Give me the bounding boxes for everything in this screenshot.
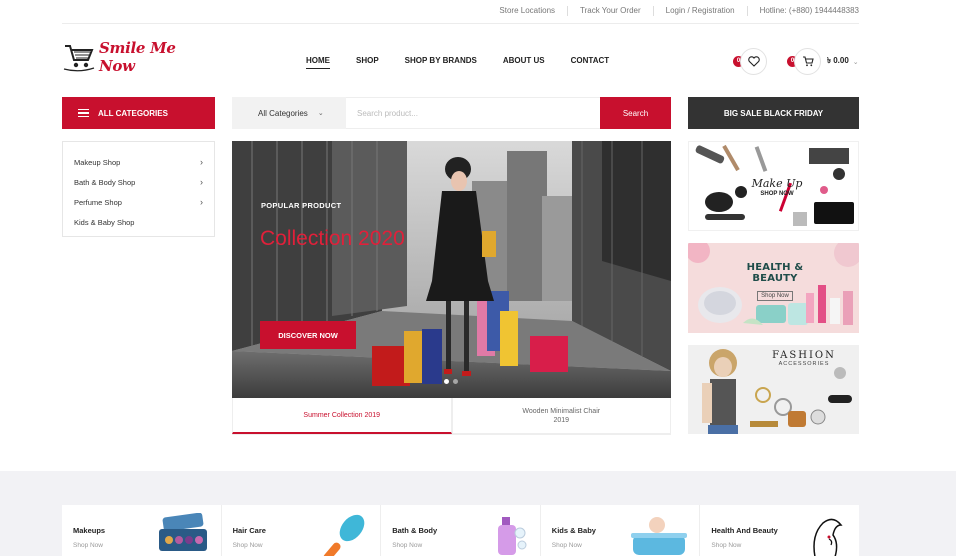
hotline-text: Hotline: (+880) 1944448383 (746, 6, 859, 16)
heart-icon (747, 56, 760, 67)
main-nav: HOME SHOP SHOP BY BRANDS ABOUT US CONTAC… (306, 56, 635, 69)
nav-about-us[interactable]: ABOUT US (503, 56, 545, 69)
cart-button[interactable] (794, 48, 821, 75)
top-bar: Store Locations Track Your Order Login /… (62, 0, 859, 24)
soap-bottle-icon (497, 517, 527, 555)
fashion-banner[interactable]: FASHION ACCESSORIES (688, 345, 859, 434)
fashion-banner-subtitle: ACCESSORIES (778, 361, 830, 367)
category-item-kids-baby[interactable]: Kids & Baby Shop (63, 212, 214, 232)
hero-slider[interactable]: POPULAR PRODUCT Collection 2020 DISCOVER… (232, 141, 671, 398)
cart-total: ৳ 0.00 (827, 56, 849, 65)
category-item-makeup[interactable]: Makeup Shop › (63, 152, 214, 172)
category-card-health-beauty[interactable]: Health And Beauty Shop Now (700, 505, 859, 556)
category-cards: Makeups Shop Now Hair Care Shop Now Bath… (62, 505, 859, 556)
header-actions: 0 0 ৳ 0.00 ⌄ (733, 48, 859, 75)
health-beauty-banner[interactable]: HEALTH & BEAUTY Shop Now (688, 243, 859, 333)
discover-now-button[interactable]: DISCOVER NOW (260, 321, 356, 349)
fashion-banner-title: FASHION (772, 350, 836, 361)
health-beauty-title: HEALTH & BEAUTY (746, 262, 804, 284)
hero-tabs: Summer Collection 2019 Wooden Minimalist… (232, 398, 671, 435)
hero-image (232, 141, 671, 398)
tab-summer-collection[interactable]: Summer Collection 2019 (232, 398, 452, 434)
makeup-banner[interactable]: Make Up SHOP NOW (688, 141, 859, 231)
chevron-right-icon: › (200, 157, 203, 167)
search-category-select[interactable]: All Categories ⌄ (232, 97, 346, 129)
search-category-value: All Categories (258, 108, 308, 118)
wishlist-button[interactable] (740, 48, 767, 75)
baby-bath-icon (631, 517, 688, 555)
search-bar: All Categories ⌄ Search product... Searc… (232, 97, 671, 129)
search-input[interactable]: Search product... (346, 97, 600, 129)
track-order-link[interactable]: Track Your Order (567, 6, 653, 16)
category-card-kids-baby[interactable]: Kids & Baby Shop Now (541, 505, 701, 556)
chevron-right-icon: › (200, 197, 203, 207)
makeup-palette-icon (158, 513, 207, 551)
makeup-banner-cta: SHOP NOW (760, 191, 794, 197)
top-links: Store Locations Track Your Order Login /… (487, 6, 859, 16)
big-sale-button[interactable]: BIG SALE BLACK FRIDAY (688, 97, 859, 129)
store-locations-link[interactable]: Store Locations (487, 6, 567, 16)
category-item-bath-body[interactable]: Bath & Body Shop › (63, 172, 214, 192)
woman-face-icon (813, 518, 843, 556)
makeup-banner-title: Make Up (751, 177, 803, 190)
health-beauty-cta: Shop Now (757, 291, 793, 301)
category-label: Bath & Body Shop (74, 177, 136, 187)
all-categories-label: ALL CATEGORIES (98, 108, 168, 118)
category-label: Makeup Shop (74, 157, 121, 167)
slider-dots (442, 379, 460, 384)
category-card-hair-care[interactable]: Hair Care Shop Now (222, 505, 382, 556)
chevron-down-icon: ⌄ (317, 110, 324, 117)
cart-logo-icon (63, 45, 95, 72)
category-card-bath-body[interactable]: Bath & Body Shop Now (381, 505, 541, 556)
category-label: Kids & Baby Shop (74, 217, 135, 227)
menu-icon (78, 107, 89, 120)
chevron-down-icon: ⌄ (852, 58, 859, 66)
category-card-makeups[interactable]: Makeups Shop Now (62, 505, 222, 556)
nav-shop-by-brands[interactable]: SHOP BY BRANDS (405, 56, 477, 69)
category-label: Perfume Shop (74, 197, 122, 207)
cart-icon (802, 56, 814, 67)
slider-dot[interactable] (444, 379, 449, 384)
nav-contact[interactable]: CONTACT (571, 56, 610, 69)
tab-wooden-chair[interactable]: Wooden Minimalist Chair 2019 (451, 398, 671, 434)
hero-title: Collection 2020 (260, 227, 405, 250)
chevron-right-icon: › (200, 177, 203, 187)
nav-home[interactable]: HOME (306, 56, 330, 69)
nav-shop[interactable]: SHOP (356, 56, 379, 69)
cart-group[interactable]: 0 ৳ 0.00 ⌄ (787, 48, 859, 75)
slider-dot[interactable] (453, 379, 458, 384)
category-list: Makeup Shop › Bath & Body Shop › Perfume… (62, 141, 215, 237)
hero-label: POPULAR PRODUCT (261, 201, 342, 210)
search-button[interactable]: Search (600, 97, 671, 129)
logo-text: Smile Me Now (99, 39, 176, 75)
category-item-perfume[interactable]: Perfume Shop › (63, 192, 214, 212)
all-categories-button[interactable]: ALL CATEGORIES (62, 97, 215, 129)
login-registration-link[interactable]: Login / Registration (652, 6, 747, 16)
hair-brush-icon (323, 514, 365, 556)
site-logo[interactable]: Smile Me Now (62, 39, 190, 75)
